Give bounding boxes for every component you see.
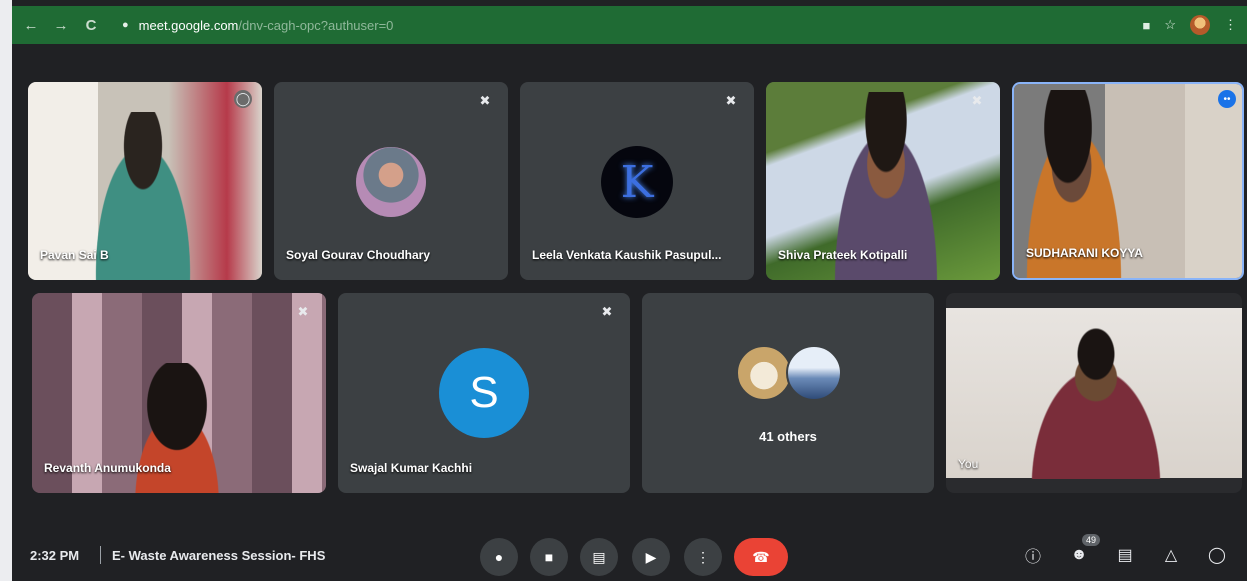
participant-avatar: S [439, 348, 529, 438]
mic-off-icon: ✖ [297, 304, 309, 319]
mic-button[interactable]: ● [480, 538, 518, 576]
url-path: /dnv-cagh-opc?authuser=0 [238, 17, 394, 33]
mic-off-icon: ◯ [234, 90, 252, 108]
participant-tile[interactable]: •• SUDHARANI KOYYA [1012, 82, 1244, 280]
participant-tile[interactable]: ✖ Shiva Prateek Kotipalli [766, 82, 1000, 280]
address-bar[interactable]: ● meet.google.com /dnv-cagh-opc?authuser… [122, 18, 393, 33]
others-tile[interactable]: 41 others [642, 293, 934, 493]
hangup-icon: ☎ [752, 548, 770, 565]
end-call-button[interactable]: ☎ [734, 538, 788, 576]
participant-tile[interactable]: ◯ Pavan Sai B [28, 82, 262, 280]
mic-off-icon: ✖ [971, 93, 983, 108]
activities-icon: △ [1164, 547, 1178, 564]
info-icon: ⓘ [1024, 549, 1041, 566]
present-icon: ▶ [645, 548, 657, 565]
participant-name: Swajal Kumar Kachhi [350, 461, 473, 475]
participant-avatar [356, 147, 426, 217]
host-controls-button[interactable]: ◯ [1204, 542, 1230, 568]
shield-icon: ◯ [1208, 547, 1226, 564]
people-count-badge: 49 [1081, 534, 1100, 546]
meeting-details-button[interactable]: ⓘ [1020, 542, 1046, 568]
star-icon[interactable]: ☆ [1164, 17, 1176, 33]
participant-tile[interactable]: K ✖ Leela Venkata Kaushik Pasupul... [520, 82, 754, 280]
participant-name: Soyal Gourav Choudhary [286, 248, 431, 262]
mic-off-icon: ✖ [479, 93, 491, 108]
meeting-title: E- Waste Awareness Session- FHS [112, 548, 326, 563]
others-avatar-2 [786, 345, 842, 401]
lock-icon: ● [122, 19, 129, 31]
activities-button[interactable]: △ [1158, 542, 1184, 568]
participant-name: Revanth Anumukonda [44, 461, 171, 475]
mic-off-icon: ✖ [601, 304, 613, 319]
people-button[interactable]: ☻ 49 [1066, 534, 1100, 568]
present-button[interactable]: ▶ [632, 538, 670, 576]
mic-off-icon: ✖ [725, 93, 737, 108]
reload-icon[interactable]: C [80, 14, 102, 36]
divider [100, 546, 101, 564]
participant-name: Leela Venkata Kaushik Pasupul... [532, 248, 722, 262]
participant-name: Shiva Prateek Kotipalli [778, 248, 908, 262]
participant-avatar: K [601, 146, 673, 218]
participant-tile[interactable]: ✖ Soyal Gourav Choudhary [274, 82, 508, 280]
more-vert-icon: ⋮ [696, 548, 710, 565]
mic-icon: ● [494, 549, 504, 565]
bottom-controls: 2:32 PM E- Waste Awareness Session- FHS … [12, 528, 1247, 581]
participant-name: SUDHARANI KOYYA [1026, 246, 1143, 260]
chat-button[interactable]: ▤ [1112, 542, 1138, 568]
participant-name: Pavan Sai B [40, 248, 109, 262]
videocam-icon: ■ [544, 549, 554, 565]
participant-tile[interactable]: S ✖ Swajal Kumar Kachhi [338, 293, 630, 493]
more-options-button[interactable]: ⋮ [684, 538, 722, 576]
self-tile[interactable]: You [946, 293, 1242, 493]
people-icon: ☻ [1070, 546, 1088, 563]
speaking-indicator-icon: •• [1218, 90, 1236, 108]
others-count: 41 others [759, 429, 817, 444]
camera-button[interactable]: ■ [530, 538, 568, 576]
self-label: You [958, 457, 979, 471]
profile-avatar[interactable] [1190, 15, 1210, 35]
chat-icon: ▤ [1117, 547, 1133, 564]
forward-arrow-icon[interactable]: → [50, 14, 72, 36]
self-figure [1006, 323, 1186, 479]
participant-tile[interactable]: ✖ Revanth Anumukonda [32, 293, 326, 493]
browser-toolbar: ← → C ● meet.google.com /dnv-cagh-opc?au… [12, 6, 1247, 44]
url-host: meet.google.com [138, 17, 239, 33]
back-arrow-icon[interactable]: ← [20, 14, 42, 36]
avatar-letter: S [469, 368, 499, 417]
captions-button[interactable]: ▤ [580, 538, 618, 576]
meet-window: ← → C ● meet.google.com /dnv-cagh-opc?au… [12, 0, 1247, 581]
camera-icon[interactable]: ■ [1142, 18, 1150, 33]
more-vert-icon[interactable]: ⋮ [1224, 17, 1237, 33]
captions-icon: ▤ [592, 548, 606, 565]
clock: 2:32 PM [30, 548, 80, 563]
others-avatar-1 [736, 345, 792, 401]
avatar-letter: K [620, 156, 654, 208]
